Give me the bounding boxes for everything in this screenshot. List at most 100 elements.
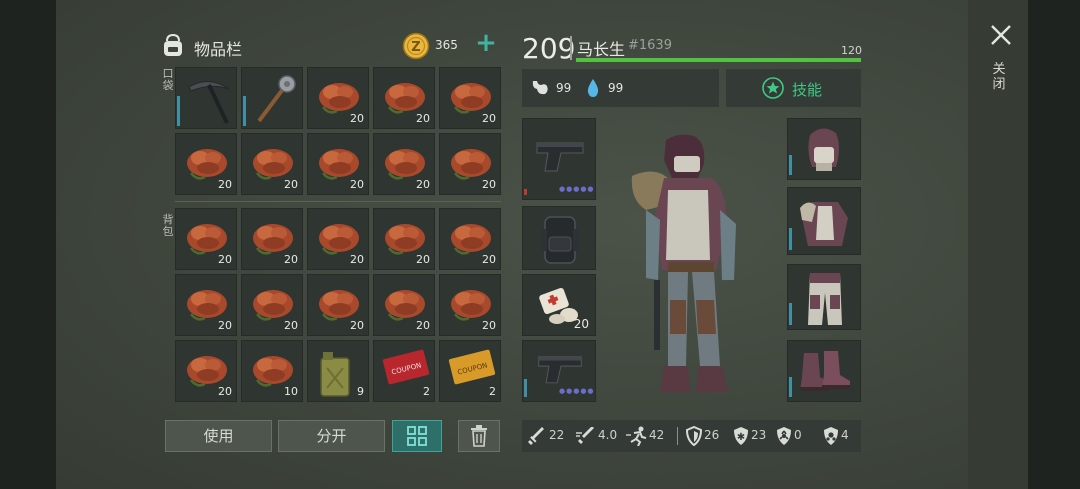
inventory-slot[interactable]: 20 [439,133,501,195]
player-id: #1639 [628,38,672,53]
radiation-resist-value: 0 [794,428,802,442]
inventory-slot[interactable]: 20 [175,340,237,402]
medical-slot[interactable]: 20 [522,274,596,336]
running-icon [626,426,647,446]
durability-bar [789,303,792,325]
body-slot[interactable] [787,187,861,255]
inventory-slot[interactable]: 20 [175,274,237,336]
water-drop-icon [587,79,599,97]
item-quantity: 20 [284,253,298,266]
trash-icon [471,425,487,447]
item-quantity: 20 [350,112,364,125]
hp-value: 120 [841,44,862,57]
durability-bar [524,189,527,195]
close-icon[interactable] [990,24,1012,46]
inventory-slot[interactable]: 20 [373,133,435,195]
toxic-resist-icon [824,427,838,445]
pants-icon [808,273,842,325]
trash-button[interactable] [458,420,500,452]
screen-bezel-right [1028,0,1080,489]
radiation-resist-icon [777,427,791,445]
skills-button[interactable]: 技能 [726,69,861,107]
boots-icon [800,351,850,391]
item-quantity: 20 [350,319,364,332]
chest-armor-icon [800,202,848,246]
thirst-value: 99 [608,81,624,95]
shield-icon [685,426,703,446]
item-quantity: 20 [350,253,364,266]
item-quantity: 20 [284,319,298,332]
attack-speed-value: 4.0 [598,428,618,442]
gold-coin-icon: Z [402,32,430,60]
inventory-slot[interactable]: 20 [373,67,435,129]
pocket-label: 口袋 [162,67,174,92]
inventory-slot[interactable]: 20 [307,133,369,195]
inventory-slot[interactable]: 20 [307,274,369,336]
player-name: 马长生 [577,40,626,59]
inventory-slot[interactable]: 20 [307,208,369,270]
player-level: 209 [522,32,576,65]
item-quantity: 20 [416,178,430,191]
character-figure [631,134,736,392]
item-quantity: 20 [416,253,430,266]
level-separator [570,36,572,60]
inventory-slot[interactable] [241,67,303,129]
split-button[interactable]: 分开 [278,420,385,452]
svg-text:✱: ✱ [737,432,745,443]
backpack-slot[interactable] [522,206,596,270]
item-quantity: 9 [357,385,364,398]
item-quantity: 20 [284,178,298,191]
inventory-slot[interactable]: 20 [241,133,303,195]
toxic-resist-value: 4 [841,428,849,442]
inventory-slot[interactable]: COUPON 2 [439,340,501,402]
use-button[interactable]: 使用 [165,420,272,452]
cold-resist-icon: ✱ [734,427,748,445]
item-quantity: 20 [350,178,364,191]
inventory-slot[interactable]: 20 [307,67,369,129]
inventory-slot[interactable]: 20 [373,208,435,270]
inventory-slot[interactable] [175,67,237,129]
inventory-slot[interactable]: 20 [439,208,501,270]
item-quantity: 20 [416,112,430,125]
inventory-slot[interactable]: 9 [307,340,369,402]
section-divider [175,201,501,202]
durability-bar [789,228,792,250]
skills-label: 技能 [792,81,823,99]
item-quantity: 2 [489,385,496,398]
legs-slot[interactable] [787,264,861,330]
medical-qty: 20 [573,317,589,331]
inventory-slot[interactable]: 20 [175,208,237,270]
durability-bar [789,155,792,175]
sort-grid-button[interactable] [392,420,442,452]
speed-value: 42 [649,428,665,442]
star-icon [762,77,784,99]
inventory-title: 物品栏 [194,40,243,59]
durability-bar [177,96,180,126]
item-quantity: 2 [423,385,430,398]
character-stats-bar: 22 4.0 42 26 ✱ 23 0 4 [522,420,861,452]
inventory-slot[interactable]: 10 [241,340,303,402]
inventory-slot[interactable]: 20 [439,274,501,336]
inventory-slot[interactable]: 20 [241,274,303,336]
close-label[interactable]: 关闭 [992,62,1006,92]
backpack-item-icon [541,216,579,264]
inventory-slot[interactable]: 20 [175,133,237,195]
inventory-slot[interactable]: COUPON 2 [373,340,435,402]
backpack-label: 背包 [162,213,174,238]
stats-separator [677,427,678,445]
item-quantity: 20 [218,385,232,398]
inventory-slot[interactable]: 20 [241,208,303,270]
item-quantity: 10 [284,385,298,398]
inventory-slot[interactable]: 20 [373,274,435,336]
item-quantity: 20 [218,319,232,332]
item-quantity: 20 [218,178,232,191]
inventory-slot[interactable]: 20 [439,67,501,129]
inventory-header: 物品栏 Z 365 + [160,30,500,62]
head-slot[interactable] [787,118,861,180]
feet-slot[interactable] [787,340,861,402]
stomach-icon [532,81,548,95]
weapon-slot-primary[interactable]: ●●●●● [522,118,596,200]
weapon-slot-secondary[interactable]: ●●●●● [522,340,596,402]
coin-count: 365 [435,38,458,52]
add-coins-button[interactable]: + [473,30,499,58]
